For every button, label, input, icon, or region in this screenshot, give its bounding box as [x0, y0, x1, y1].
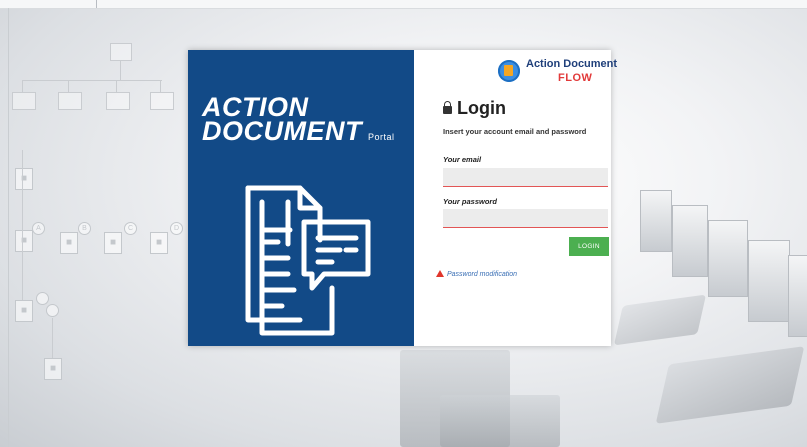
folder-icon: [110, 43, 132, 61]
tree-line: [22, 150, 23, 300]
tree-line: [120, 60, 121, 80]
tree-line: [52, 318, 53, 358]
monitor-image: [440, 395, 560, 447]
pdf-icon: ■: [150, 232, 168, 254]
password-field[interactable]: [443, 209, 608, 228]
brand-line-2-text: DOCUMENT: [202, 116, 362, 146]
signature-icon: B: [78, 222, 91, 235]
brand-portal-label: Portal: [368, 132, 395, 142]
logo-text-line-2: FLOW: [558, 72, 593, 84]
folder-icon: [58, 92, 82, 110]
action-document-flow-logo: Action Document FLOW: [498, 58, 617, 88]
signature-icon: C: [124, 222, 137, 235]
folder-icon: [150, 92, 174, 110]
top-bar-separator: [96, 0, 97, 8]
tree-line: [68, 80, 69, 92]
login-heading-text: Login: [457, 98, 506, 118]
signature-icon: A: [32, 222, 45, 235]
tree-line: [160, 80, 161, 92]
stair-step: [788, 255, 807, 337]
logo-text-line-1: Action Document: [526, 58, 618, 70]
signature-icon: [36, 292, 49, 305]
email-field[interactable]: [443, 168, 608, 187]
document-flow-logo-icon: [498, 60, 520, 82]
tree-line: [22, 80, 162, 81]
pdf-icon: ■: [104, 232, 122, 254]
stair-step: [640, 190, 672, 252]
top-bar: [0, 0, 807, 9]
stair-step: [708, 220, 748, 297]
pdf-icon: ■: [15, 168, 33, 190]
login-card: ACTION DOCUMENT Portal Action Document F…: [188, 50, 617, 346]
login-subtitle: Insert your account email and password: [443, 127, 587, 136]
brand-line-2: DOCUMENT Portal: [202, 116, 395, 149]
pdf-icon: ■: [60, 232, 78, 254]
email-label: Your email: [443, 155, 482, 164]
laptop-image: [613, 294, 707, 346]
signature-icon: [46, 304, 59, 317]
login-heading: Login: [443, 98, 506, 119]
signature-icon: D: [170, 222, 183, 235]
brand-panel: ACTION DOCUMENT Portal: [188, 50, 414, 346]
pdf-icon: ■: [15, 230, 33, 252]
password-label: Your password: [443, 197, 497, 206]
folder-icon: [106, 92, 130, 110]
password-modification-text[interactable]: Password modification: [447, 271, 517, 278]
logo-document-shape: [504, 65, 513, 76]
stair-step: [672, 205, 708, 277]
pdf-icon: ■: [44, 358, 62, 380]
laptop-image: [655, 346, 805, 424]
folder-icon: [12, 92, 36, 110]
tree-line: [22, 80, 23, 92]
warning-icon: [436, 270, 444, 277]
tree-line: [116, 80, 117, 92]
brand-title: ACTION DOCUMENT Portal: [202, 94, 395, 149]
stair-step: [748, 240, 790, 322]
pdf-icon: ■: [15, 300, 33, 322]
left-border-line: [8, 8, 9, 447]
login-button[interactable]: LOGIN: [569, 237, 609, 256]
lock-icon: [443, 101, 452, 114]
documents-chat-illustration: [245, 185, 371, 336]
login-panel: Action Document FLOW Login Insert your a…: [414, 50, 617, 346]
password-modification-link[interactable]: Password modification: [436, 270, 517, 278]
